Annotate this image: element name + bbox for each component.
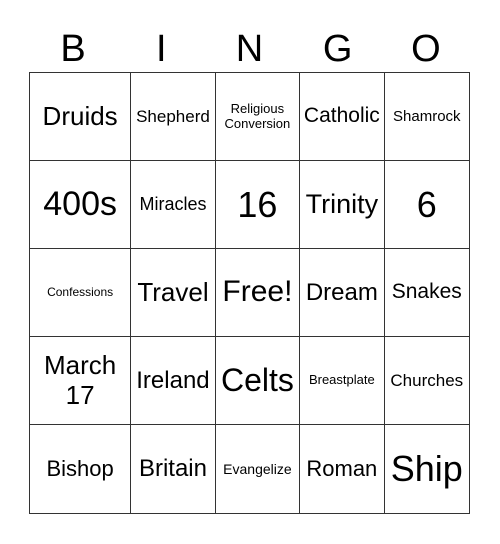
bingo-cell[interactable]: Evangelize — [216, 425, 301, 513]
bingo-cell[interactable]: March 17 — [30, 337, 132, 425]
bingo-grid: Druids Shepherd Religious Conversion Cat… — [29, 72, 470, 514]
bingo-cell[interactable]: Roman — [300, 425, 385, 513]
bingo-cell[interactable]: 400s — [30, 161, 132, 249]
bingo-cell[interactable]: Druids — [30, 73, 132, 161]
header-letter-g: G — [322, 28, 353, 70]
bingo-cell[interactable]: Churches — [384, 337, 469, 425]
bingo-cell[interactable]: Breastplate — [300, 337, 385, 425]
bingo-cell[interactable]: Dream — [300, 249, 385, 337]
bingo-cell[interactable]: Trinity — [300, 161, 385, 249]
bingo-cell[interactable]: Catholic — [300, 73, 385, 161]
bingo-cell[interactable]: Ship — [385, 425, 469, 513]
header-letter-o: O — [411, 28, 441, 70]
bingo-cell[interactable]: 16 — [215, 161, 301, 249]
bingo-cell[interactable]: Shamrock — [384, 73, 469, 161]
bingo-cell[interactable]: Celts — [215, 337, 301, 425]
header-letter-b: B — [60, 28, 86, 70]
bingo-cell[interactable]: Shepherd — [131, 73, 216, 161]
bingo-cell[interactable]: Miracles — [131, 161, 216, 249]
bingo-cell[interactable]: Travel — [131, 249, 216, 337]
header-letter-i: I — [156, 28, 167, 70]
header-letter-n: N — [235, 28, 264, 70]
bingo-cell[interactable]: Britain — [131, 425, 216, 513]
bingo-cell[interactable]: Confessions — [30, 249, 132, 337]
bingo-cell[interactable]: Religious Conversion — [215, 73, 301, 161]
bingo-cell[interactable]: Ireland — [131, 337, 216, 425]
bingo-cell[interactable]: Snakes — [384, 249, 469, 337]
bingo-header: B I N G O — [29, 26, 470, 72]
free-space-cell[interactable]: Free! — [215, 249, 301, 337]
bingo-cell[interactable]: Bishop — [30, 425, 132, 513]
bingo-cell[interactable]: 6 — [384, 161, 469, 249]
